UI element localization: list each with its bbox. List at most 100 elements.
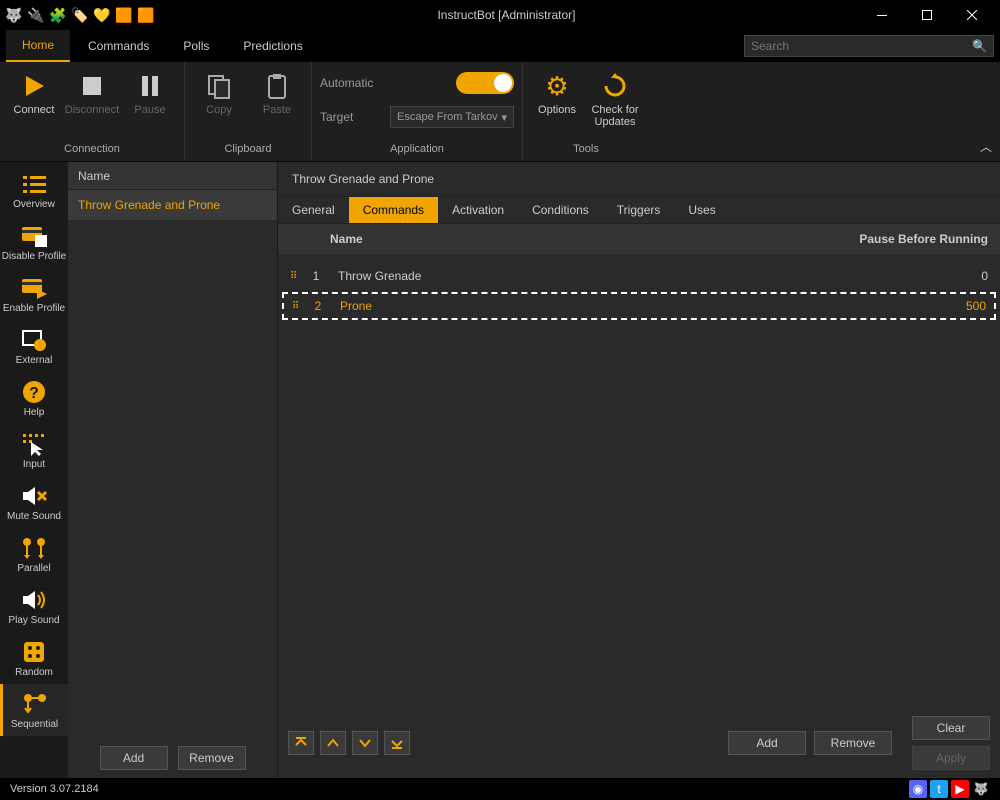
detail-remove-button[interactable]: Remove [814,731,892,755]
options-button[interactable]: ⚙ Options [531,70,583,116]
profile-list: Throw Grenade and Prone [68,190,277,738]
tab-general[interactable]: General [278,197,349,223]
disconnect-button[interactable]: Disconnect [66,70,118,116]
detail-footer: Add Remove Clear Apply [278,708,1000,778]
wolf-status-icon[interactable]: 🐺 [972,780,990,798]
command-row[interactable]: ⠿ 1 Throw Grenade 0 [282,262,996,290]
menu-tab-polls[interactable]: Polls [167,31,225,61]
ribbon-label-clipboard: Clipboard [193,139,303,161]
tab-activation[interactable]: Activation [438,197,518,223]
col-name: Name [330,232,828,246]
target-combo[interactable]: Escape From Tarkov ▾ [390,106,514,128]
automatic-toggle[interactable] [456,72,514,94]
close-button[interactable] [949,0,994,30]
tab-triggers[interactable]: Triggers [603,197,675,223]
check-updates-label: Check for Updates [591,104,638,128]
sidebar-label: Play Sound [8,616,59,626]
menu-tab-predictions[interactable]: Predictions [227,31,318,61]
twitter-icon[interactable]: t [930,780,948,798]
ribbon-group-application: Automatic Target Escape From Tarkov ▾ Ap… [312,62,523,161]
disconnect-label: Disconnect [65,104,119,116]
copy-button[interactable]: Copy [193,70,245,116]
sidebar-item-sequential[interactable]: Sequential [0,684,68,736]
row-index: 1 [304,269,328,283]
command-rows: ⠿ 1 Throw Grenade 0 ⠿ 2 Prone 500 [278,254,1000,708]
col-pause: Pause Before Running [828,232,988,246]
command-table-header: Name Pause Before Running [278,224,1000,254]
move-top-button[interactable] [288,731,314,755]
ribbon-collapse-button[interactable]: ︿ [980,138,992,155]
automatic-label: Automatic [320,76,380,90]
pause-button[interactable]: Pause [124,70,176,116]
pause-label: Pause [134,104,165,116]
detail-tabs: General Commands Activation Conditions T… [278,197,1000,224]
sidebar-item-help[interactable]: ? Help [0,372,68,424]
sidebar-item-play-sound[interactable]: Play Sound [0,580,68,632]
row-index: 2 [306,299,330,313]
ribbon-group-connection: Connect Disconnect Pause Connection [0,62,185,161]
main-area: Overview Disable Profile Enable Profile … [0,162,1000,778]
search-box[interactable]: 🔍 [744,35,994,57]
sidebar-item-external[interactable]: External [0,320,68,372]
command-row[interactable]: ⠿ 2 Prone 500 [282,292,996,320]
row-name: Throw Grenade [328,269,948,283]
ribbon-group-clipboard: Copy Paste Clipboard [185,62,312,161]
sequential-icon [21,690,49,718]
tab-commands[interactable]: Commands [349,197,438,223]
sidebar-label: Enable Profile [3,304,65,314]
minimize-button[interactable] [859,0,904,30]
close-icon [967,10,977,20]
profile-remove-button[interactable]: Remove [178,746,246,770]
ribbon-group-tools: ⚙ Options Check for Updates Tools [523,62,649,161]
move-up-button[interactable] [320,731,346,755]
menu-tab-commands[interactable]: Commands [72,31,165,61]
menu-tab-home[interactable]: Home [6,30,70,62]
profile-add-button[interactable]: Add [100,746,168,770]
sidebar-item-random[interactable]: Random [0,632,68,684]
target-label: Target [320,110,380,124]
sidebar-item-input[interactable]: Input [0,424,68,476]
sidebar-item-disable-profile[interactable]: Disable Profile [0,216,68,268]
ribbon-label-application: Application [320,139,514,161]
check-updates-button[interactable]: Check for Updates [589,70,641,128]
titlebar-app-icons: 🐺 🔌 🧩 🏷️ 💛 🟧 🟧 [6,7,154,23]
youtube-icon[interactable]: ▶ [951,780,969,798]
window-controls [859,0,994,30]
sidebar-item-overview[interactable]: Overview [0,164,68,216]
row-pause: 500 [946,299,986,313]
sidebar-label: Mute Sound [7,512,61,522]
tab-conditions[interactable]: Conditions [518,197,603,223]
ribbon: Connect Disconnect Pause Connection [0,62,1000,162]
drag-handle-icon[interactable]: ⠿ [290,271,304,282]
drag-handle-icon[interactable]: ⠿ [292,301,306,312]
sidebar-item-enable-profile[interactable]: Enable Profile [0,268,68,320]
sidebar-item-parallel[interactable]: Parallel [0,528,68,580]
gear-icon: ⚙ [541,70,573,102]
cursor-grid-icon [20,430,48,458]
paste-label: Paste [263,104,291,116]
detail-clear-button[interactable]: Clear [912,716,990,740]
discord-icon[interactable]: ◉ [909,780,927,798]
connect-button[interactable]: Connect [8,70,60,116]
tab-uses[interactable]: Uses [674,197,729,223]
detail-add-button[interactable]: Add [728,731,806,755]
maximize-icon [922,10,932,20]
row-pause: 0 [948,269,988,283]
window-title: InstructBot [Administrator] [154,8,859,22]
search-icon: 🔍 [972,39,987,53]
minimize-icon [877,15,887,16]
move-bottom-button[interactable] [384,731,410,755]
search-input[interactable] [751,39,972,53]
profile-item[interactable]: Throw Grenade and Prone [68,190,277,220]
gear-window-icon [20,326,48,354]
move-down-button[interactable] [352,731,378,755]
card-x-icon [20,222,48,250]
refresh-icon [599,70,631,102]
paste-button[interactable]: Paste [251,70,303,116]
detail-apply-button[interactable]: Apply [912,746,990,770]
svg-text:?: ? [29,385,39,402]
sidebar-label: Input [23,460,45,470]
sidebar-item-mute-sound[interactable]: Mute Sound [0,476,68,528]
maximize-button[interactable] [904,0,949,30]
stop-icon [76,70,108,102]
